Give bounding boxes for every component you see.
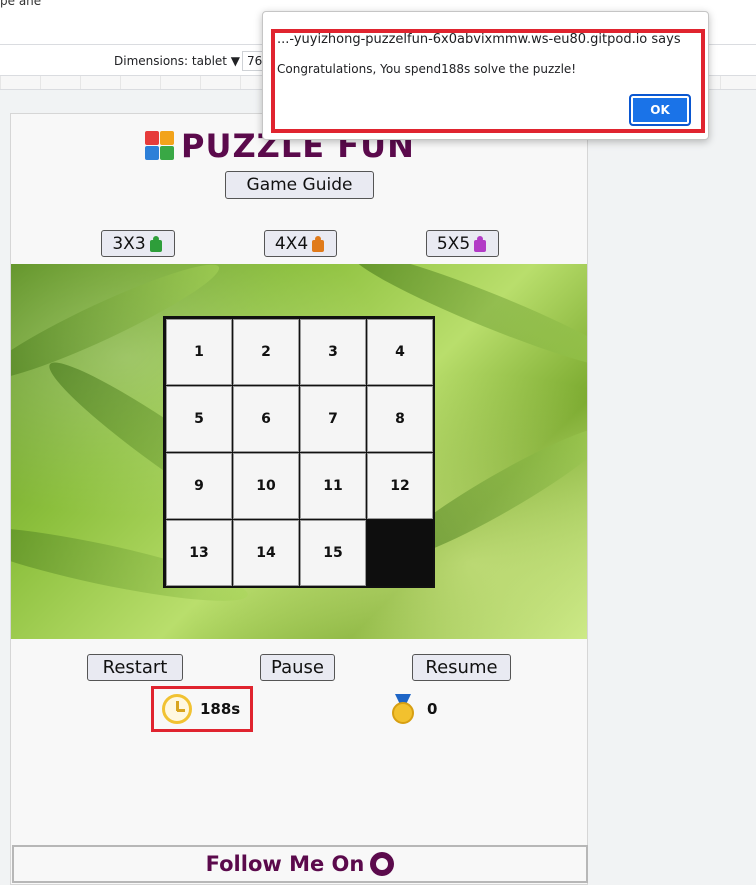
puzzle-tile[interactable]: 11: [300, 453, 366, 519]
level-5x5-button[interactable]: 5X5: [426, 230, 499, 257]
puzzle-grid: 1 2 3 4 5 6 7 8 9 10 11 12 13 14 15: [163, 316, 435, 588]
puzzle-tile[interactable]: 12: [367, 453, 433, 519]
pause-button[interactable]: Pause: [260, 654, 335, 681]
alert-dialog: ...-yuyizhong-puzzelfun-6x0abvixmmw.ws-e…: [262, 11, 709, 140]
puzzle-piece-icon: [310, 235, 326, 252]
puzzle-page: PUZZLE FUN Game Guide 3X3 4X4 5X5 1 2 3 …: [10, 113, 588, 885]
dialog-message: Congratulations, You spend188s solve the…: [277, 62, 577, 76]
puzzle-piece-icon: [148, 235, 164, 252]
puzzle-logo-icon: [145, 131, 175, 161]
ok-button[interactable]: OK: [629, 94, 691, 126]
resume-button[interactable]: Resume: [412, 654, 511, 681]
timer: 188s: [151, 686, 253, 732]
puzzle-tile[interactable]: 15: [300, 520, 366, 586]
level-label: 5X5: [436, 233, 471, 254]
clock-icon: [162, 694, 192, 724]
dialog-title: ...-yuyizhong-puzzelfun-6x0abvixmmw.ws-e…: [277, 32, 681, 47]
puzzle-tile[interactable]: 2: [233, 319, 299, 385]
top-cut-text: pe ane: [0, 0, 42, 8]
level-3x3-button[interactable]: 3X3: [101, 230, 175, 257]
level-4x4-button[interactable]: 4X4: [264, 230, 337, 257]
puzzle-piece-icon: [472, 235, 488, 252]
puzzle-tile[interactable]: 3: [300, 319, 366, 385]
medal-icon: [389, 694, 417, 724]
github-icon[interactable]: [370, 852, 395, 876]
puzzle-tile[interactable]: 7: [300, 386, 366, 452]
bamboo-background: 1 2 3 4 5 6 7 8 9 10 11 12 13 14 15: [11, 264, 587, 639]
game-guide-button[interactable]: Game Guide: [225, 171, 374, 199]
timer-value: 188s: [200, 700, 241, 718]
footer-text: Follow Me On: [205, 852, 365, 876]
score: 0: [389, 694, 437, 724]
puzzle-tile[interactable]: 13: [166, 520, 232, 586]
puzzle-tile[interactable]: 4: [367, 319, 433, 385]
level-label: 3X3: [112, 233, 146, 254]
dimensions-dropdown[interactable]: Dimensions: tablet ▼: [114, 54, 240, 68]
level-label: 4X4: [274, 233, 309, 254]
puzzle-tile[interactable]: 14: [233, 520, 299, 586]
puzzle-tile[interactable]: 10: [233, 453, 299, 519]
footer: Follow Me On: [12, 845, 588, 883]
puzzle-tile[interactable]: 9: [166, 453, 232, 519]
empty-tile[interactable]: [367, 520, 433, 586]
puzzle-tile[interactable]: 6: [233, 386, 299, 452]
score-value: 0: [427, 700, 438, 718]
restart-button[interactable]: Restart: [87, 654, 183, 681]
puzzle-tile[interactable]: 8: [367, 386, 433, 452]
puzzle-tile[interactable]: 1: [166, 319, 232, 385]
puzzle-tile[interactable]: 5: [166, 386, 232, 452]
